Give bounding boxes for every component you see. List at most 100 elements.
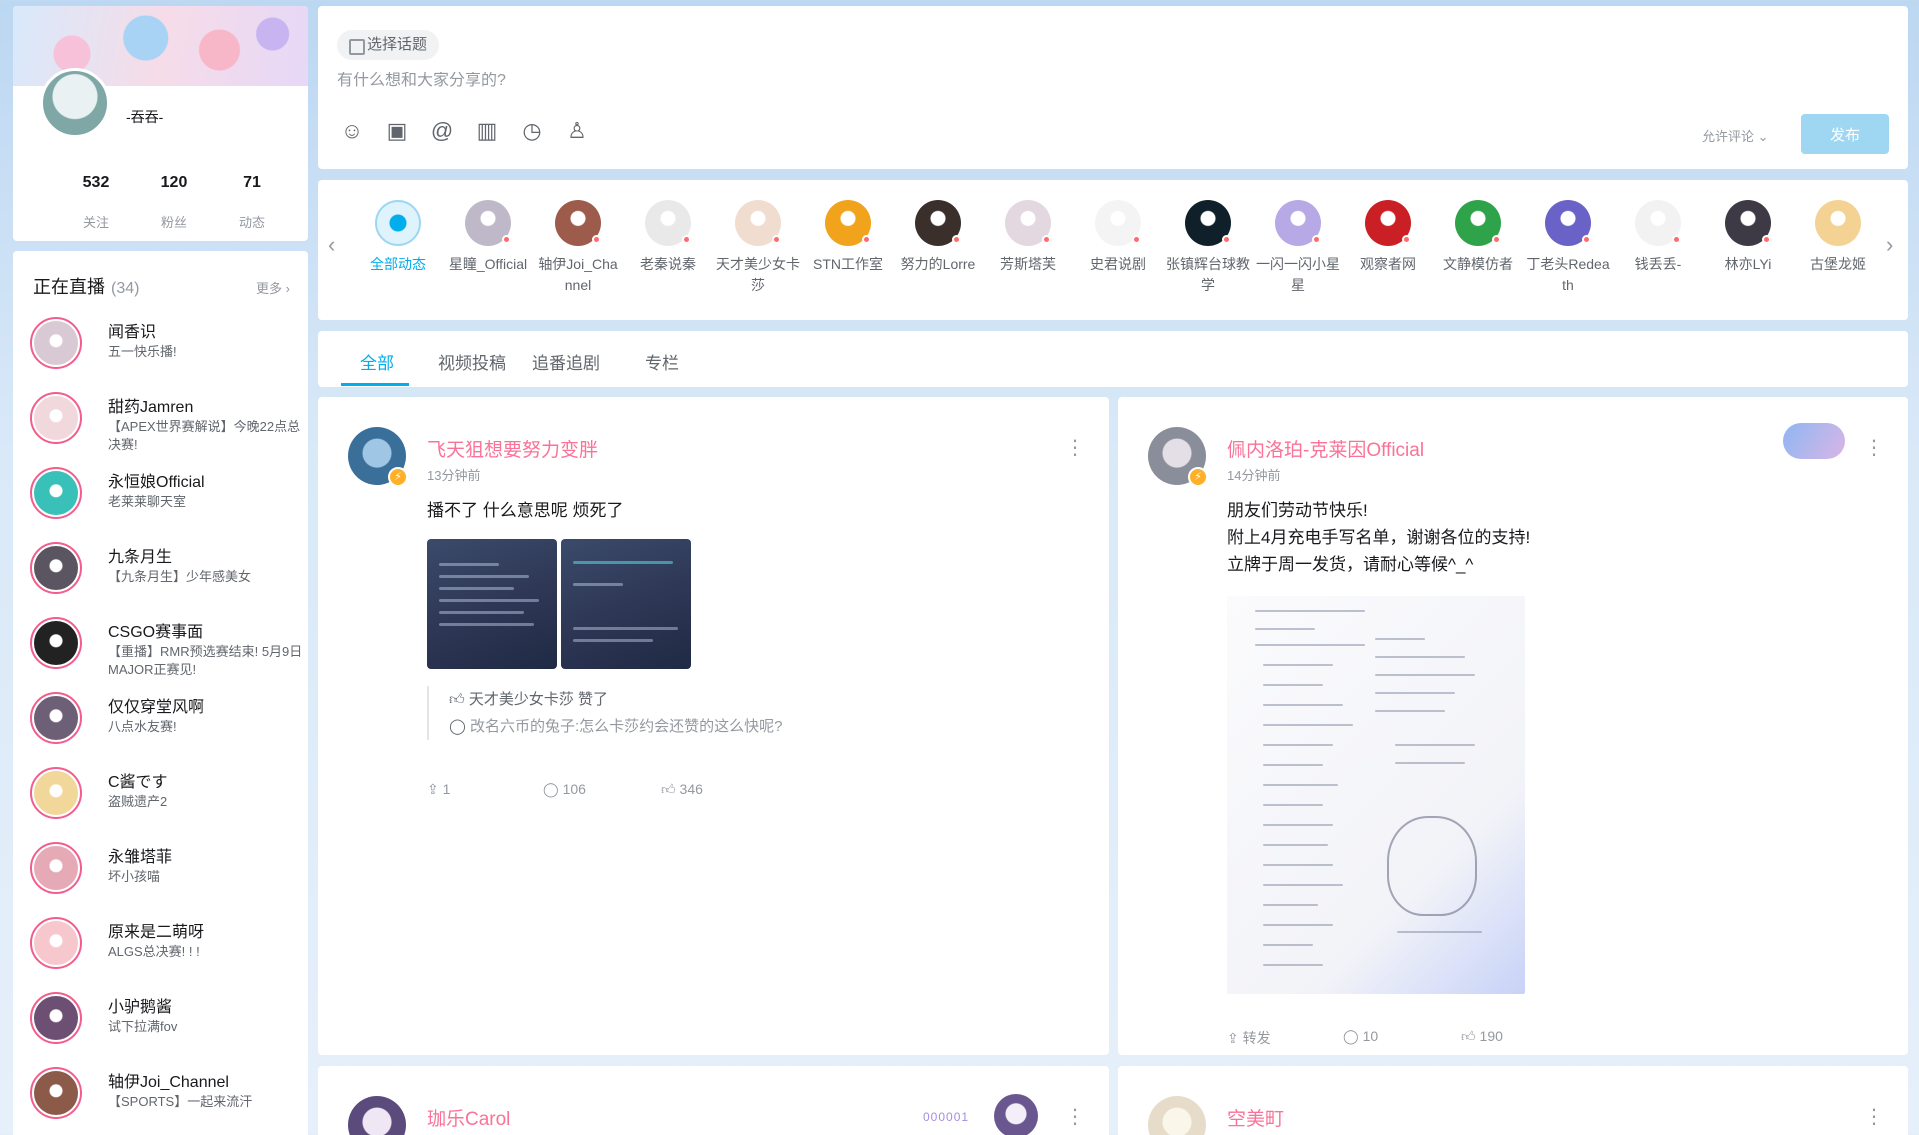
following-user-item[interactable]: 丁老头Redeath	[1523, 200, 1613, 296]
chevron-right-icon[interactable]: ›	[1886, 232, 1893, 258]
following-user-name: 钱丢丢-	[1634, 256, 1682, 272]
following-user-item[interactable]: STN工作室	[803, 200, 893, 275]
reserve-icon[interactable]: ♙	[562, 116, 592, 146]
live-avatar-image	[34, 846, 78, 890]
thumb-up-icon: 👍︎	[1461, 1028, 1476, 1044]
following-user-item[interactable]: 史君说剧	[1073, 200, 1163, 275]
publish-button[interactable]: 发布	[1801, 114, 1889, 154]
image-icon[interactable]: ▣	[382, 116, 412, 146]
post-image[interactable]	[427, 539, 557, 669]
following-user-item[interactable]: 一闪一闪小星星	[1253, 200, 1343, 296]
user-name[interactable]: -吞吞-	[126, 107, 163, 127]
allow-comment-dropdown[interactable]: 允许评论 ⌄	[1702, 126, 1769, 145]
following-user-item[interactable]: 文静模仿者	[1433, 200, 1523, 275]
live-item[interactable]: 永雏塔菲 坏小孩喵	[30, 834, 300, 898]
following-user-item[interactable]: 观察者网	[1343, 200, 1433, 275]
post-author-name[interactable]: 珈乐Carol	[427, 1104, 510, 1131]
live-item[interactable]: 甜药Jamren 【APEX世界赛解说】今晚22点总决赛!	[30, 384, 300, 452]
live-item[interactable]: 九条月生 【九条月生】少年感美女	[30, 534, 300, 598]
following-user-item[interactable]: 张镇辉台球教学	[1163, 200, 1253, 296]
more-options-icon[interactable]: ⋮	[1864, 1104, 1884, 1129]
chevron-left-icon[interactable]: ‹	[328, 232, 335, 258]
tab-all[interactable]: 全部	[360, 349, 394, 374]
following-all-item[interactable]: 全部动态	[353, 200, 443, 275]
like-button[interactable]: 👍︎ 190	[1461, 1028, 1503, 1045]
following-user-avatar	[1185, 200, 1231, 246]
post-author-name[interactable]: 飞天狙想要努力变胖	[427, 435, 598, 462]
following-user-item[interactable]: 芳斯塔芙	[983, 200, 1073, 275]
following-user-item[interactable]: 古堡龙姬	[1793, 200, 1883, 275]
stat-posts-count: 71	[243, 174, 261, 191]
live-avatar	[30, 842, 82, 894]
post-text: 朋友们劳动节快乐! 附上4月充电手写名单，谢谢各位的支持! 立牌于周一发货，请耐…	[1227, 497, 1530, 578]
following-user-avatar	[1545, 200, 1591, 246]
live-dot-icon	[682, 235, 691, 244]
live-more-label: 更多	[256, 281, 283, 296]
following-user-name: 观察者网	[1360, 256, 1416, 272]
comment-preview[interactable]: ◯ 改名六币的兔子:怎么卡莎约会还赞的这么快呢?	[449, 713, 782, 740]
live-avatar	[30, 392, 82, 444]
following-user-item[interactable]: 轴伊Joi_Channel	[533, 200, 623, 296]
following-user-name: 全部动态	[370, 256, 426, 272]
following-user-item[interactable]: 努力的Lorre	[893, 200, 983, 275]
post-image[interactable]	[1227, 596, 1525, 994]
lightning-icon: ⚡	[1188, 467, 1208, 487]
like-button[interactable]: 👍︎ 346	[661, 781, 703, 798]
live-dot-icon	[1222, 235, 1231, 244]
comment-button[interactable]: ◯ 106	[543, 781, 586, 798]
at-icon[interactable]: @	[427, 116, 457, 146]
following-user-item[interactable]: 星瞳_Official	[443, 200, 533, 275]
comment-button[interactable]: ◯ 10	[1343, 1028, 1378, 1045]
following-user-item[interactable]: 天才美少女卡莎	[713, 200, 803, 296]
following-user-item[interactable]: 老秦说秦	[623, 200, 713, 275]
topic-select-button[interactable]: 选择话题	[337, 30, 440, 60]
more-options-icon[interactable]: ⋮	[1065, 435, 1085, 460]
live-dot-icon	[502, 235, 511, 244]
tab-videos[interactable]: 视频投稿	[438, 349, 506, 374]
more-options-icon[interactable]: ⋮	[1065, 1104, 1085, 1129]
tab-bangumi[interactable]: 追番追剧	[532, 349, 600, 374]
live-avatar	[30, 542, 82, 594]
comment-icon: ◯	[1343, 1028, 1359, 1044]
emoji-icon[interactable]: ☺	[337, 116, 367, 146]
post-time: 14分钟前	[1227, 468, 1281, 483]
post-author-name[interactable]: 空美町	[1227, 1104, 1284, 1131]
stat-fans-count: 120	[160, 174, 188, 191]
post-image[interactable]	[561, 539, 691, 669]
post-author-avatar[interactable]	[348, 1096, 406, 1135]
like-line: 👍︎ 天才美少女卡莎 赞了	[449, 686, 782, 713]
following-user-item[interactable]: 钱丢丢-	[1613, 200, 1703, 275]
live-item[interactable]: 闻香识 五一快乐播!	[30, 309, 300, 373]
live-item[interactable]: 轴伊Joi_Channel 【SPORTS】一起来流汗	[30, 1059, 300, 1123]
post-input[interactable]	[337, 72, 1837, 90]
tab-articles[interactable]: 专栏	[645, 349, 679, 374]
schedule-icon[interactable]: ◷	[517, 116, 547, 146]
stat-posts[interactable]: 71 动态	[213, 174, 291, 231]
share-button[interactable]: ⇪ 1	[427, 781, 450, 798]
tab-active-indicator	[341, 383, 409, 386]
live-room-title: 老莱莱聊天室	[108, 494, 187, 509]
following-user-item[interactable]: 林亦LYi	[1703, 200, 1793, 275]
lightning-icon: ⚡	[388, 467, 408, 487]
stat-fans[interactable]: 120 粉丝	[135, 174, 213, 231]
live-avatar-image	[34, 396, 78, 440]
post-author-avatar[interactable]	[1148, 1096, 1206, 1135]
live-item[interactable]: 小驴鹅酱 试下拉满fov	[30, 984, 300, 1048]
vote-icon[interactable]: ▥	[472, 116, 502, 146]
comment-count: 10	[1362, 1028, 1379, 1044]
following-user-avatar	[1095, 200, 1141, 246]
user-avatar[interactable]	[40, 68, 110, 138]
live-more-link[interactable]: 更多 ›	[256, 278, 290, 297]
following-user-name: STN工作室	[813, 256, 883, 272]
live-item[interactable]: CSGO赛事面 【重播】RMR预选赛结束! 5月9日MAJOR正赛见!	[30, 609, 302, 677]
stat-following[interactable]: 532 关注	[57, 174, 135, 231]
decoration-avatar-icon	[994, 1094, 1038, 1135]
live-item[interactable]: 原来是二萌呀 ALGS总决赛! ! !	[30, 909, 300, 973]
post-author-name[interactable]: 佩内洛珀-克莱因Official	[1227, 435, 1424, 462]
live-item[interactable]: 永恒娘Official 老莱莱聊天室	[30, 459, 300, 523]
live-item[interactable]: C酱です 盗贼遗产2	[30, 759, 300, 823]
live-item[interactable]: 仅仅穿堂风啊 八点水友赛!	[30, 684, 300, 748]
share-button[interactable]: ⇪ 转发	[1227, 1028, 1271, 1048]
live-streamer-name: 闻香识	[108, 324, 157, 341]
more-options-icon[interactable]: ⋮	[1864, 435, 1884, 460]
